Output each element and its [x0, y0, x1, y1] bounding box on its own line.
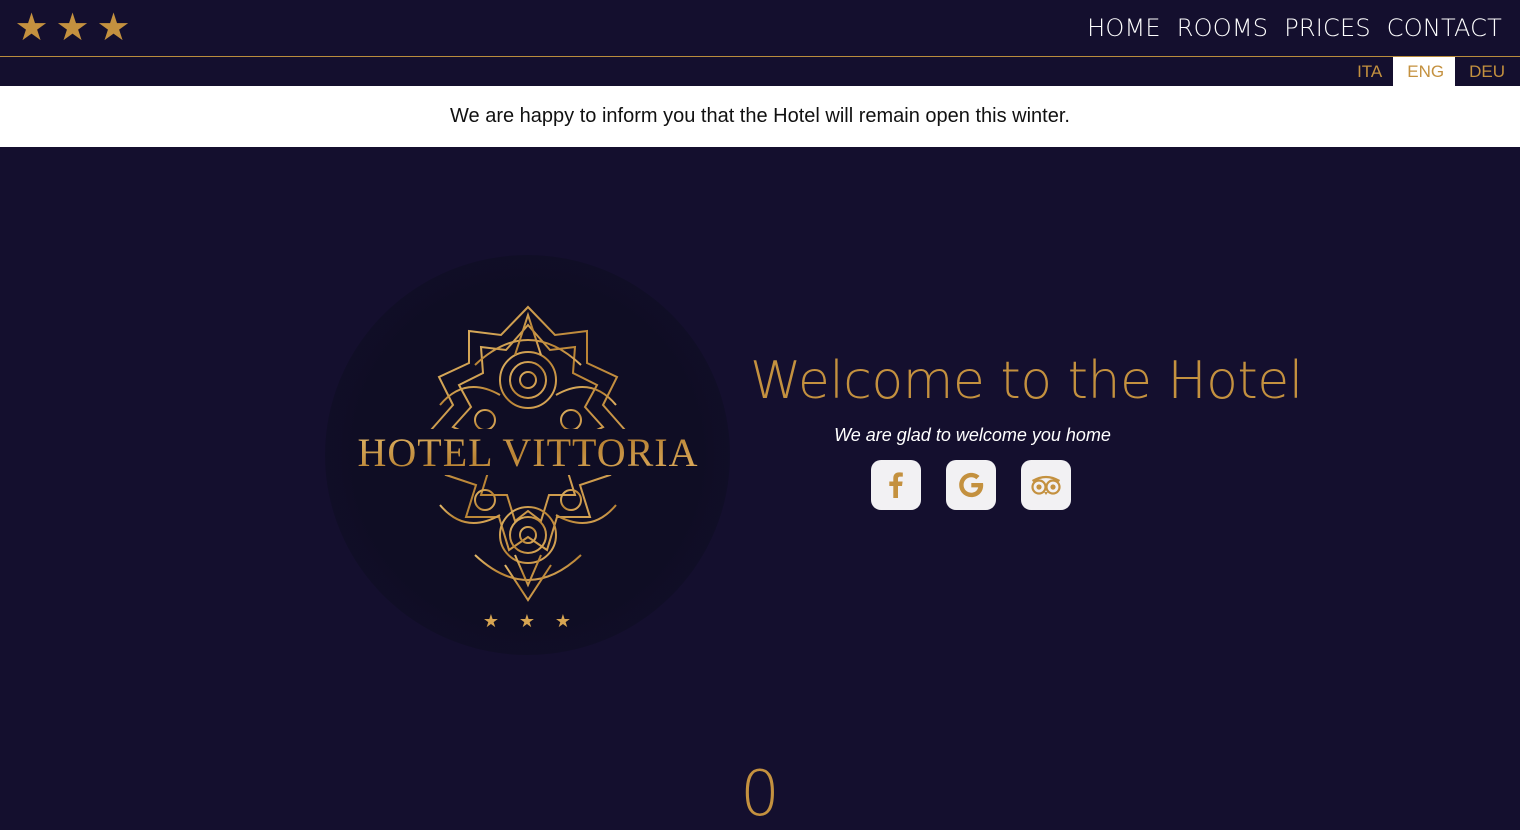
- facebook-icon: [889, 472, 903, 498]
- tripadvisor-icon: [1031, 475, 1061, 495]
- star-icon: ★: [55, 7, 90, 49]
- google-icon: [959, 472, 984, 498]
- star-icon: ★: [96, 7, 131, 49]
- notice-text: We are happy to inform you that the Hote…: [450, 105, 1070, 127]
- counter-value: 0: [740, 757, 780, 830]
- main-nav: HOME ROOMS PRICES CONTACT: [1087, 12, 1502, 44]
- nav-contact[interactable]: CONTACT: [1387, 12, 1502, 44]
- nav-prices[interactable]: PRICES: [1284, 12, 1371, 44]
- hotel-star-rating: ★ ★ ★: [14, 7, 131, 49]
- google-button[interactable]: [946, 460, 996, 510]
- nav-rooms[interactable]: ROOMS: [1177, 12, 1268, 44]
- language-bar: ITA ENG DEU: [0, 57, 1520, 86]
- nav-home[interactable]: HOME: [1087, 12, 1161, 44]
- notice-banner: We are happy to inform you that the Hote…: [0, 86, 1520, 147]
- social-links: [871, 460, 1071, 510]
- lang-eng[interactable]: ENG: [1393, 57, 1456, 86]
- tripadvisor-button[interactable]: [1021, 460, 1071, 510]
- lang-deu[interactable]: DEU: [1455, 57, 1516, 86]
- welcome-heading: Welcome to the Hotel: [750, 351, 1303, 411]
- top-navbar: ★ ★ ★ HOME ROOMS PRICES CONTACT: [0, 0, 1520, 57]
- language-switcher: ITA ENG DEU: [1343, 57, 1516, 86]
- lang-ita[interactable]: ITA: [1343, 57, 1393, 86]
- facebook-button[interactable]: [871, 460, 921, 510]
- logo-text: HOTEL VITTORIA: [358, 430, 699, 475]
- hotel-logo: HOTEL VITTORIA ★ ★ ★: [325, 255, 730, 655]
- hero-section: HOTEL VITTORIA ★ ★ ★ Welcome to the Hote…: [0, 147, 1520, 830]
- welcome-subtitle: We are glad to welcome you home: [834, 425, 1111, 445]
- mandala-ornament-icon: HOTEL VITTORIA: [358, 305, 699, 602]
- star-icon: ★: [14, 7, 49, 49]
